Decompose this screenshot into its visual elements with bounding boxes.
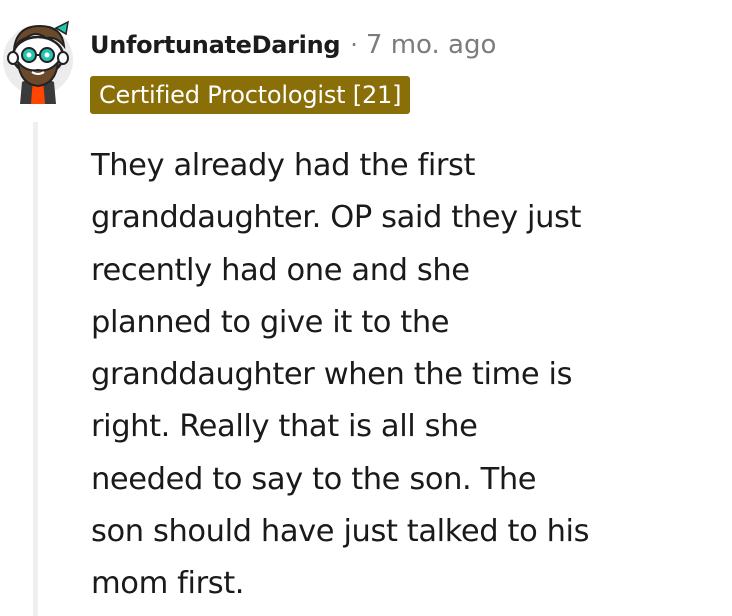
user-flair-badge: Certified Proctologist [21] (90, 76, 411, 114)
separator-dot: · (350, 31, 358, 59)
comment-timestamp[interactable]: 7 mo. ago (366, 30, 496, 60)
author-username-link[interactable]: UnfortunateDaring (90, 31, 341, 59)
thread-collapse-line[interactable] (33, 122, 38, 616)
comment-body: They already had the first granddaughter… (91, 148, 590, 602)
snoo-avatar-icon[interactable] (0, 12, 76, 104)
comment-header: UnfortunateDaring · 7 mo. ago (90, 27, 496, 63)
